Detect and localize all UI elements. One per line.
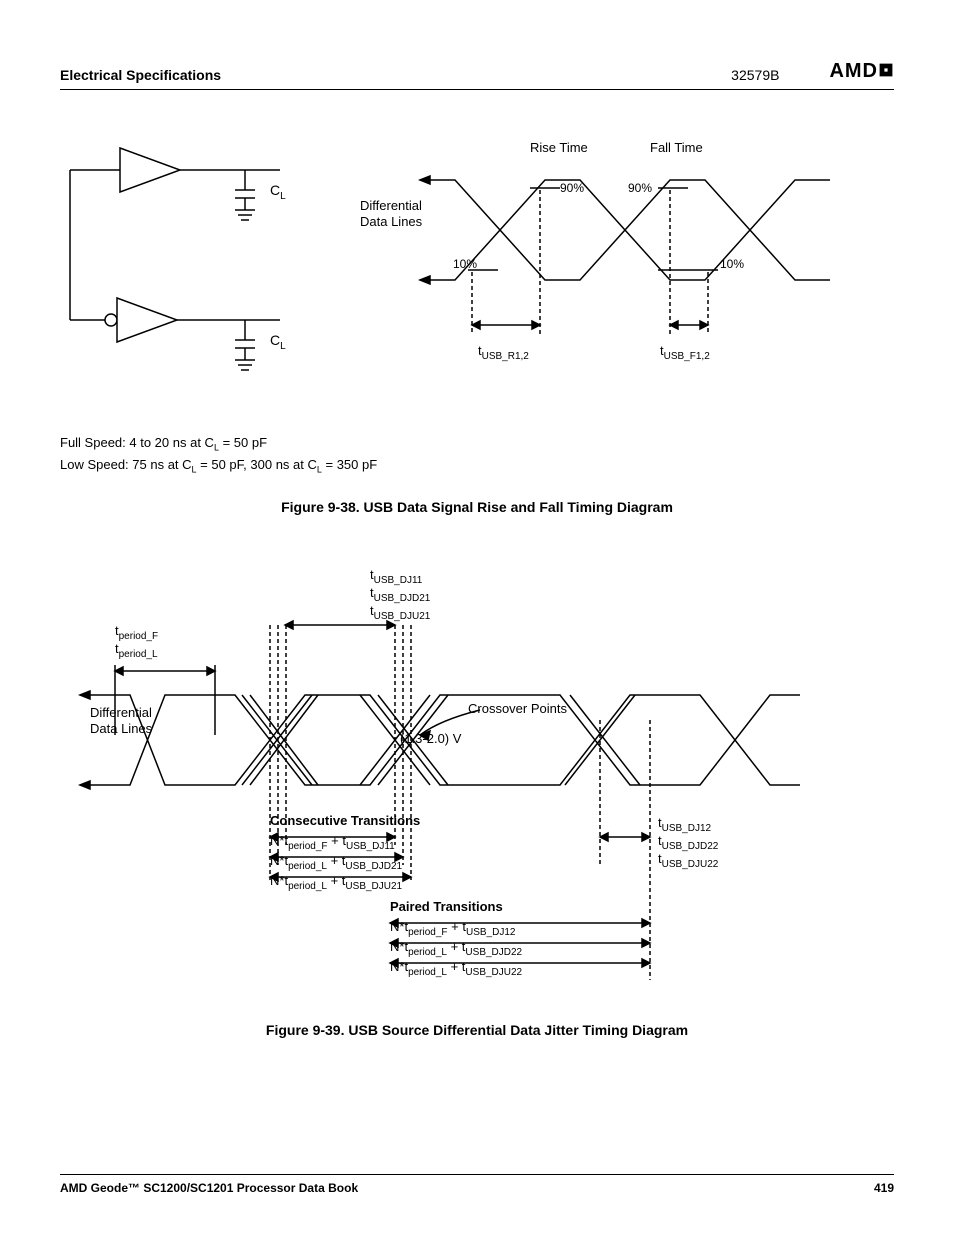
page-header: Electrical Specifications 32579B AMD (60, 60, 894, 90)
consecutive-header: Consecutive Transitions (270, 813, 420, 828)
footer-title: AMD Geode™ SC1200/SC1201 Processor Data … (60, 1181, 358, 1195)
rise-time-label: Rise Time (530, 140, 588, 155)
tusb-r-label: tUSB_R1,2 (478, 343, 529, 362)
svg-text:Data Lines: Data Lines (360, 214, 423, 229)
header-doc-code: 32579B (731, 67, 779, 83)
crossover-points-label: Crossover Points (468, 701, 567, 716)
cl-bot-label: CL (270, 332, 286, 352)
ten-b: 10% (720, 257, 744, 271)
page-footer: AMD Geode™ SC1200/SC1201 Processor Data … (60, 1174, 894, 1195)
paired-line-1: N*tperiod_F + tUSB_DJ12 (390, 919, 516, 938)
right-label-1: tUSB_DJ12 (658, 815, 712, 834)
top-label-1: tUSB_DJ11 (370, 567, 423, 586)
diff-lines-label: Differential (360, 198, 422, 213)
top-label-3: tUSB_DJU21 (370, 603, 431, 622)
right-label-2: tUSB_DJD22 (658, 833, 719, 852)
diff-lines-label-2: Differential (90, 705, 152, 720)
consec-line-1: N*tperiod_F + tUSB_DJ11 (270, 833, 395, 852)
ten-a: 10% (453, 257, 477, 271)
footer-page-number: 419 (874, 1181, 894, 1195)
figure-9-38-caption: Figure 9-38. USB Data Signal Rise and Fa… (60, 499, 894, 515)
consec-line-3: N*tperiod_L + tUSB_DJU21 (270, 873, 403, 892)
paired-header: Paired Transitions (390, 899, 503, 914)
ninety-a: 90% (560, 181, 584, 195)
tperiod-l: tperiod_L (115, 641, 158, 660)
cl-top-label: CL (270, 182, 286, 202)
figure-9-38-svg: CL CL (60, 140, 890, 420)
consec-line-2: N*tperiod_L + tUSB_DJD21 (270, 853, 403, 872)
svg-text:Data Lines: Data Lines (90, 721, 153, 736)
figure-9-38: CL CL (60, 140, 894, 515)
fall-time-label: Fall Time (650, 140, 703, 155)
ninety-b: 90% (628, 181, 652, 195)
figure-9-39-svg: tUSB_DJ11 tUSB_DJD21 tUSB_DJU21 tperiod_… (60, 565, 890, 995)
crossover-voltage: (1.3-2.0) V (400, 731, 462, 746)
paired-line-2: N*tperiod_L + tUSB_DJD22 (390, 939, 523, 958)
figure-9-39-caption: Figure 9-39. USB Source Differential Dat… (60, 1022, 894, 1038)
tperiod-f: tperiod_F (115, 623, 158, 642)
top-label-2: tUSB_DJD21 (370, 585, 431, 604)
figure-9-39: tUSB_DJ11 tUSB_DJD21 tUSB_DJU21 tperiod_… (60, 565, 894, 1038)
amd-logo: AMD (829, 60, 894, 83)
right-label-3: tUSB_DJU22 (658, 851, 719, 870)
figure-9-38-notes: Full Speed: 4 to 20 ns at CL = 50 pF Low… (60, 433, 894, 477)
paired-line-3: N*tperiod_L + tUSB_DJU22 (390, 959, 523, 978)
tusb-f-label: tUSB_F1,2 (660, 343, 710, 362)
header-section: Electrical Specifications (60, 67, 221, 83)
